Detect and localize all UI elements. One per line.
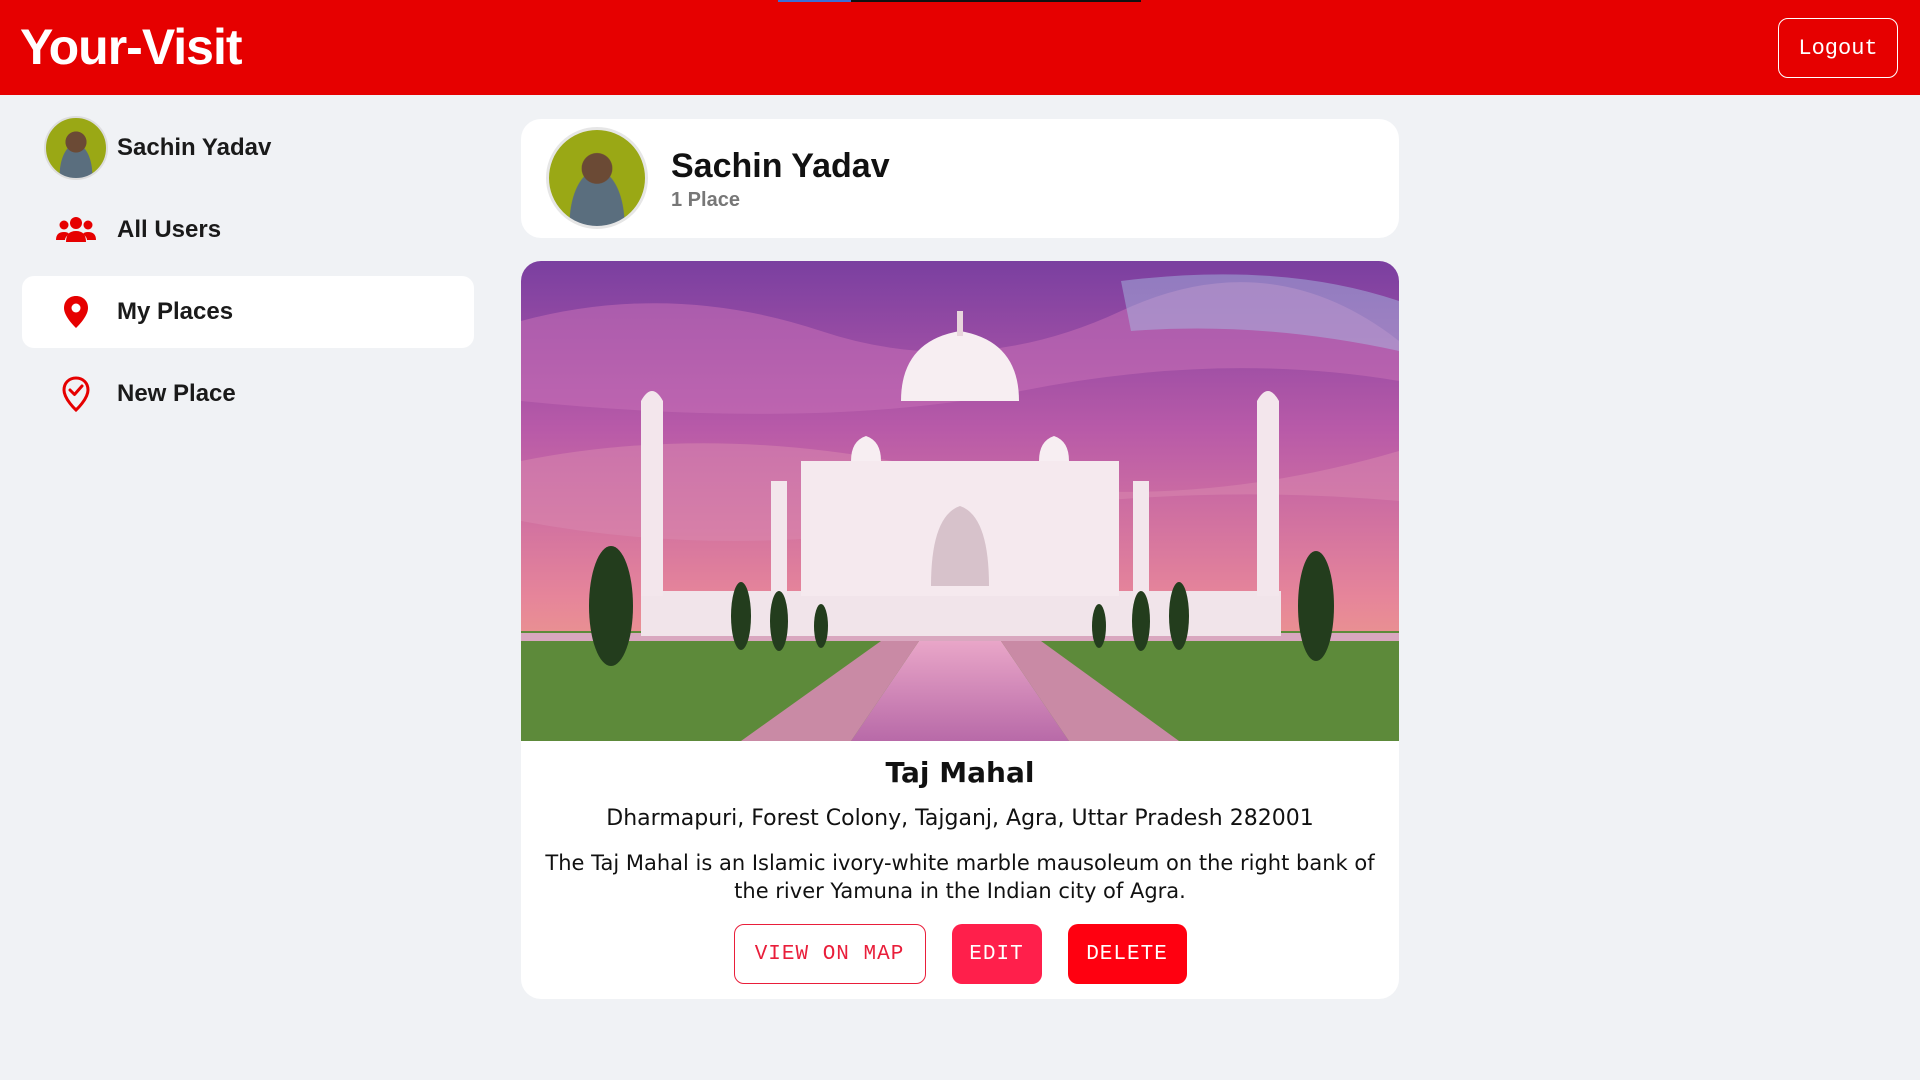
place-address: Dharmapuri, Forest Colony, Tajganj, Agra… <box>606 806 1314 831</box>
map-marker-icon <box>44 280 108 344</box>
sidebar: Sachin Yadav All Users My Places New Pla… <box>22 112 474 440</box>
place-card: Taj Mahal Dharmapuri, Forest Colony, Taj… <box>521 261 1399 999</box>
sidebar-item-label: Sachin Yadav <box>117 134 272 161</box>
users-icon <box>44 198 108 262</box>
sidebar-item-my-places[interactable]: My Places <box>22 276 474 348</box>
sidebar-item-all-users[interactable]: All Users <box>22 194 474 266</box>
profile-name: Sachin Yadav <box>671 147 890 185</box>
loading-bar-track <box>851 0 1141 2</box>
place-description: The Taj Mahal is an Islamic ivory-white … <box>545 851 1375 903</box>
place-title: Taj Mahal <box>885 756 1035 789</box>
brand-logo[interactable]: Your-Visit <box>20 18 243 76</box>
place-actions: VIEW ON MAP EDIT DELETE <box>521 924 1399 984</box>
avatar <box>44 116 108 180</box>
sidebar-item-new-place[interactable]: New Place <box>22 358 474 430</box>
place-image <box>521 261 1399 741</box>
profile-card: Sachin Yadav 1 Place <box>521 119 1399 238</box>
app-header: Your-Visit Logout <box>0 0 1920 95</box>
edit-button[interactable]: EDIT <box>951 924 1042 984</box>
sidebar-item-label: New Place <box>117 380 236 407</box>
sidebar-item-profile[interactable]: Sachin Yadav <box>22 112 474 184</box>
loading-bar <box>778 0 851 2</box>
sidebar-item-label: My Places <box>117 298 234 325</box>
avatar <box>546 127 648 229</box>
user-avatar-icon <box>44 116 108 180</box>
place-count: 1 Place <box>671 189 740 211</box>
view-on-map-button[interactable]: VIEW ON MAP <box>733 924 926 984</box>
delete-button[interactable]: DELETE <box>1067 924 1187 984</box>
sidebar-item-label: All Users <box>117 216 222 243</box>
logout-button[interactable]: Logout <box>1778 18 1898 78</box>
location-check-icon <box>44 362 108 426</box>
